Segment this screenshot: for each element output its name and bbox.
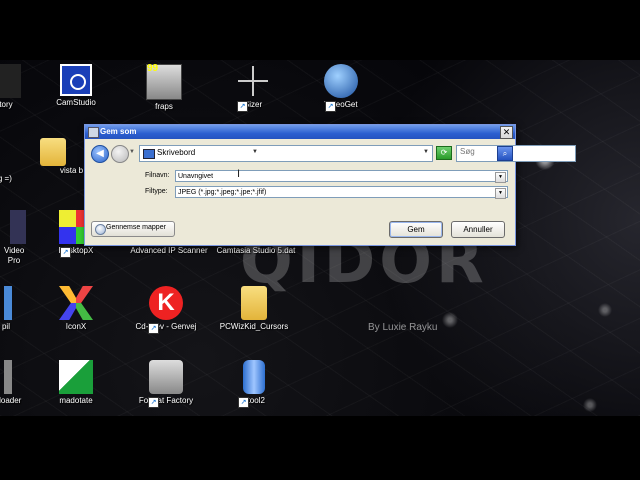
- madotate-icon: [59, 360, 93, 394]
- camstudio-icon: [60, 64, 92, 96]
- filetype-value: JPEG (*.jpg;*.jpeg;*.jpe;*.jfif): [178, 189, 267, 196]
- app-icon: [4, 360, 12, 394]
- breadcrumb-chevron-icon[interactable]: ▼: [252, 149, 258, 155]
- close-button[interactable]: ✕: [500, 126, 513, 139]
- filename-value: Unavngivet: [178, 173, 214, 180]
- location-dropdown-icon[interactable]: ▼: [423, 149, 429, 155]
- save-as-dialog: Gem som ✕ ◀ ▼ Skrivebord ▼ ▼ ⟳ ⌕ Filnavn…: [84, 124, 576, 246]
- desktop-icon: [143, 149, 155, 159]
- shortcut-arrow-icon: ↗: [238, 397, 249, 408]
- filetype-label: Filtype:: [145, 188, 168, 195]
- text-cursor-icon: I: [237, 168, 241, 180]
- cancel-button[interactable]: Annuller: [451, 221, 505, 238]
- desktop-icon-fraps[interactable]: 99 fraps: [124, 63, 204, 112]
- dialog-titlebar[interactable]: Gem som ✕: [85, 125, 515, 139]
- format-factory-icon: [149, 360, 183, 394]
- desktop-icon-utool2[interactable]: ↗ utool2: [212, 360, 296, 408]
- shortcut-arrow-icon: ↗: [60, 247, 71, 258]
- desktop-icon-sizer[interactable]: ↗ Sizer: [213, 64, 293, 112]
- shortcut-arrow-icon: ↗: [325, 101, 336, 112]
- desktop-icon-format-factory[interactable]: ↗ Format Factory: [124, 360, 208, 408]
- desktop-icon-videoget[interactable]: ↗ VideoGet: [301, 64, 381, 112]
- desktop-icon-cd-drev[interactable]: K ↗ Cd-drev - Genvej: [124, 286, 208, 334]
- browse-folders-button[interactable]: Gennemse mapper: [91, 221, 175, 237]
- dialog-title: Gem som: [100, 127, 137, 136]
- history-dropdown-icon[interactable]: ▼: [129, 149, 135, 155]
- fraps-icon: 99: [146, 63, 182, 100]
- shortcut-arrow-icon: ↗: [148, 397, 159, 408]
- utool-icon: [243, 360, 265, 394]
- iconx-icon: [59, 286, 93, 320]
- navigation-bar: ◀ ▼ Skrivebord ▼ ▼ ⟳ ⌕: [85, 141, 576, 163]
- filetype-select[interactable]: JPEG (*.jpg;*.jpeg;*.jpe;*.jfif) ▼: [175, 186, 508, 199]
- forward-button[interactable]: [111, 145, 129, 163]
- location-text: Skrivebord: [157, 148, 196, 157]
- shortcut-arrow-icon: ↗: [148, 323, 159, 334]
- shortcut-arrow-icon: ↗: [237, 101, 248, 112]
- desktop-icon-madotate[interactable]: madotate: [36, 360, 116, 406]
- cd-drive-k-icon: K: [149, 286, 183, 320]
- search-button[interactable]: ⌕: [497, 146, 513, 161]
- videoget-globe-icon: [324, 64, 358, 98]
- back-button[interactable]: ◀: [91, 145, 109, 163]
- refresh-button[interactable]: ⟳: [436, 146, 452, 160]
- search-box: [456, 145, 576, 162]
- desktop-icon-iconx[interactable]: IconX: [36, 286, 116, 332]
- save-button[interactable]: Gem: [389, 221, 443, 238]
- folder-icon: [241, 286, 267, 320]
- desktop-icon-vista[interactable]: vista b: [40, 138, 90, 176]
- filename-dropdown-icon[interactable]: ▼: [495, 172, 506, 183]
- expand-icon: [95, 224, 106, 235]
- app-icon: [0, 64, 21, 98]
- wallpaper-credit: By Luxie Rayku: [368, 322, 438, 333]
- move-arrows-icon: [236, 64, 270, 98]
- desktop-icon-pcwizkid-cursors[interactable]: PCWizKid_Cursors: [212, 286, 296, 332]
- search-input[interactable]: [460, 147, 570, 156]
- app-icon: [4, 286, 12, 320]
- filename-input[interactable]: Unavngivet ▼: [175, 170, 508, 183]
- filename-row: Filnavn: Unavngivet ▼ I: [85, 168, 515, 184]
- desktop-icon-ig[interactable]: ig =): [0, 160, 44, 184]
- location-bar[interactable]: Skrivebord ▼ ▼: [139, 145, 433, 162]
- filename-label: Filnavn:: [145, 172, 170, 179]
- filetype-dropdown-icon[interactable]: ▼: [495, 188, 506, 199]
- filetype-row: Filtype: JPEG (*.jpg;*.jpeg;*.jpe;*.jfif…: [85, 186, 515, 200]
- video-icon: [10, 210, 26, 244]
- folder-icon: [40, 138, 66, 166]
- desktop-icon-camstudio[interactable]: CamStudio: [36, 64, 116, 108]
- fraps-fps-badge: 99: [147, 63, 159, 74]
- app-icon: [88, 127, 99, 138]
